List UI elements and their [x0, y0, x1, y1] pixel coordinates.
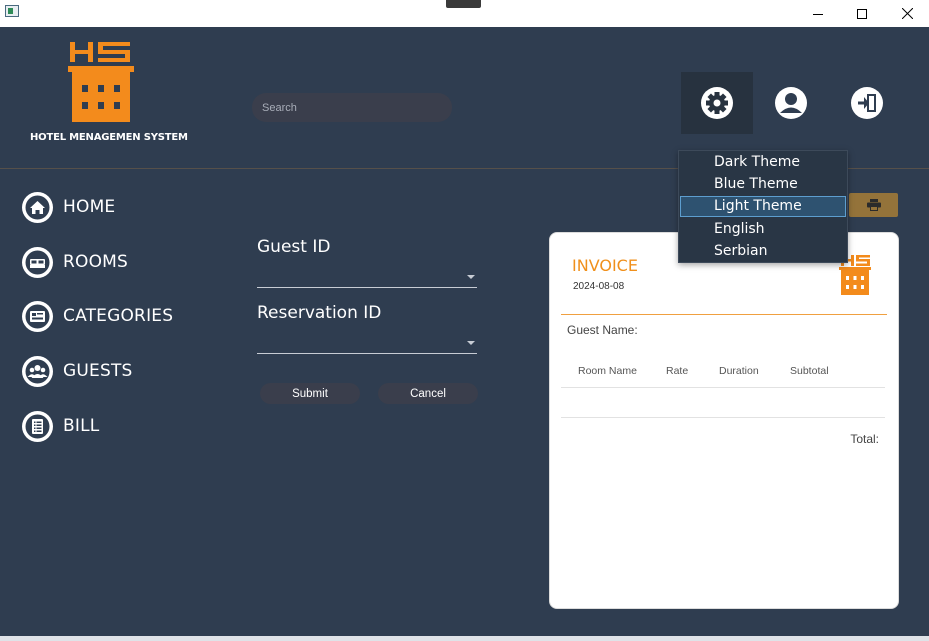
bed-icon: [22, 246, 53, 278]
app-window-icon: [5, 5, 19, 17]
invoice-date: 2024-08-08: [573, 281, 625, 292]
settings-menu: Dark Theme Blue Theme Light Theme Englis…: [678, 150, 848, 263]
invoice-panel: INVOICE 2024-08-08 Guest Name: Room Name…: [549, 232, 899, 609]
sidebar-item-guests[interactable]: GUESTS: [22, 355, 133, 387]
window-grip[interactable]: [446, 0, 481, 8]
menu-item-serbian[interactable]: Serbian: [680, 241, 846, 262]
home-icon: [22, 191, 53, 223]
column-header-rate: Rate: [666, 365, 689, 377]
profile-button[interactable]: [755, 72, 827, 134]
invoice-title: INVOICE: [572, 256, 638, 275]
bottom-edge: [0, 636, 929, 641]
maximize-icon: [857, 8, 867, 19]
guests-icon: [22, 355, 53, 387]
guest-id-label: Guest ID: [257, 237, 331, 257]
column-header-duration: Duration: [719, 365, 759, 377]
submit-button[interactable]: Submit: [260, 383, 360, 404]
menu-item-dark-theme[interactable]: Dark Theme: [680, 152, 846, 173]
app-name: HOTEL MENAGEMEN SYSTEM: [30, 132, 188, 143]
hotel-logo: HOTEL MENAGEMEN SYSTEM: [30, 40, 188, 150]
maximize-button[interactable]: [839, 0, 885, 27]
minimize-button[interactable]: [795, 0, 841, 27]
reservation-id-combobox[interactable]: [257, 332, 477, 354]
printer-icon: [866, 199, 881, 211]
gear-icon: [701, 87, 733, 119]
logout-icon: [851, 87, 883, 119]
menu-item-english[interactable]: English: [680, 219, 846, 240]
guest-name-label: Guest Name:: [567, 323, 638, 337]
table-header-rule: [561, 387, 885, 388]
settings-button[interactable]: [681, 72, 753, 134]
sidebar-item-label: ROOMS: [63, 252, 129, 272]
guest-id-combobox[interactable]: [257, 266, 477, 288]
close-icon: [901, 8, 913, 19]
table-bottom-rule: [561, 417, 885, 418]
chevron-down-icon: [467, 341, 475, 345]
user-icon: [775, 87, 807, 119]
categories-icon: [22, 300, 53, 332]
logout-button[interactable]: [831, 72, 903, 134]
hotel-logo-icon: [68, 42, 134, 122]
total-label: Total:: [850, 432, 879, 446]
sidebar-item-categories[interactable]: CATEGORIES: [22, 300, 173, 332]
menu-item-light-theme[interactable]: Light Theme: [680, 196, 846, 217]
column-header-room-name: Room Name: [578, 365, 637, 377]
sidebar-item-home[interactable]: HOME: [22, 191, 115, 223]
sidebar-item-label: BILL: [63, 416, 100, 436]
sidebar-item-label: GUESTS: [63, 361, 133, 381]
bill-icon: [22, 410, 53, 442]
window-titlebar: [0, 0, 929, 27]
minimize-icon: [813, 13, 823, 15]
menu-item-blue-theme[interactable]: Blue Theme: [680, 174, 846, 195]
sidebar-item-bill[interactable]: BILL: [22, 410, 99, 442]
column-header-subtotal: Subtotal: [790, 365, 829, 377]
sidebar-item-rooms[interactable]: ROOMS: [22, 246, 128, 278]
search-input[interactable]: [252, 93, 452, 122]
close-button[interactable]: [884, 0, 929, 27]
print-button[interactable]: [849, 193, 898, 217]
sidebar-item-label: HOME: [63, 197, 116, 217]
invoice-divider: [561, 314, 887, 315]
cancel-button[interactable]: Cancel: [378, 383, 478, 404]
sidebar-item-label: CATEGORIES: [63, 306, 174, 326]
reservation-id-label: Reservation ID: [257, 303, 382, 323]
chevron-down-icon: [467, 275, 475, 279]
